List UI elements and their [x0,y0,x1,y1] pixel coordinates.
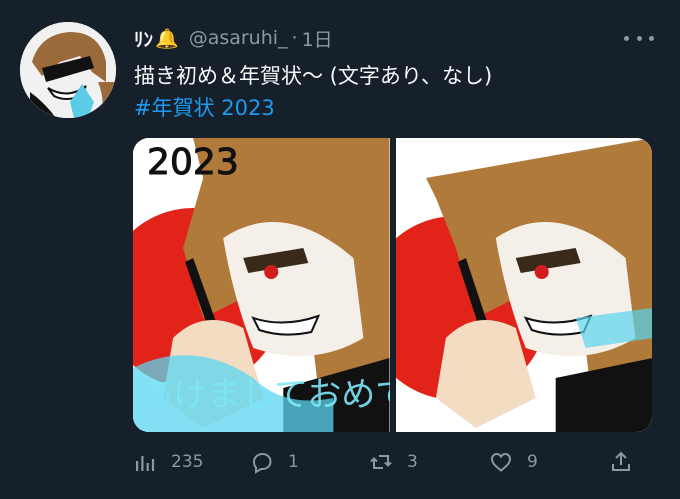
tweet-header: ﾘﾝ 🔔 @asaruhi_ · 1日 [134,24,333,52]
user-handle[interactable]: @asaruhi_ [189,27,288,49]
tweet-timestamp[interactable]: 1日 [302,25,333,52]
reply-icon [252,452,272,474]
analytics-icon [136,456,155,471]
media-image-without-text[interactable] [395,138,652,432]
like-count: 9 [527,452,538,472]
views-count: 235 [171,452,204,472]
hashtag-link[interactable]: #年賀状 2023 [134,92,275,122]
media-grid: 2023 あけましておめでとう [133,138,652,432]
bell-emoji: 🔔 [155,27,179,50]
heart-icon [490,452,512,472]
separator-dot: · [291,27,298,49]
retweet-button[interactable]: 3 [369,448,418,476]
share-button[interactable] [609,448,647,476]
avatar[interactable] [20,22,116,118]
like-button[interactable]: 9 [489,448,538,476]
tweet-text: 描き初め＆年賀状～ (文字あり、なし) [134,64,493,88]
retweet-icon [370,455,392,469]
share-icon [612,451,630,471]
avatar-image [20,22,116,118]
retweet-count: 3 [407,452,418,472]
reply-count: 1 [288,452,299,472]
views-button[interactable]: 235 [133,448,203,476]
illustration-image: 2023 あけましておめでとう [133,138,390,432]
overlay-handwriting-text: あけましておめでとう [139,375,389,415]
media-image-with-text[interactable]: 2023 あけましておめでとう [133,138,390,432]
reply-button[interactable]: 1 [250,448,299,476]
overlay-year-text: 2023 [147,142,239,183]
display-name[interactable]: ﾘﾝ [134,25,153,52]
illustration-image-clean [395,138,652,432]
more-options-icon[interactable] [624,26,654,50]
tweet-actions: 235 1 3 9 [133,448,643,476]
